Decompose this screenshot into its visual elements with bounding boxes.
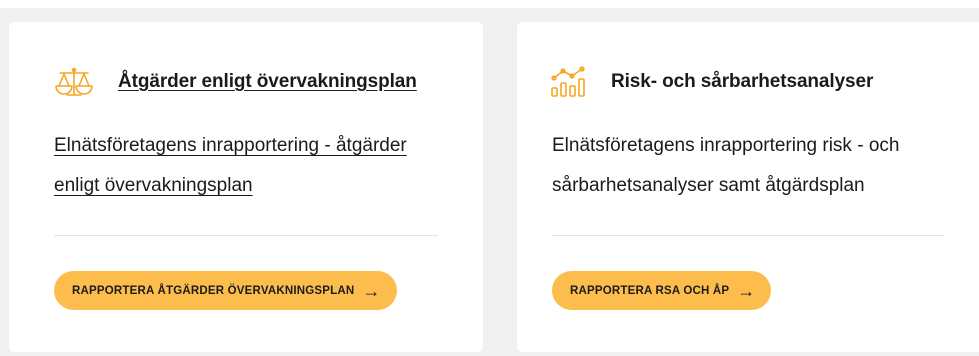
arrow-right-icon: → (362, 280, 381, 301)
button-label: RAPPORTERA RSA OCH ÅP (570, 284, 730, 297)
description-link[interactable]: Elnätsföretagens inrapportering - åtgärd… (54, 135, 407, 196)
card-description: Elnätsföretagens inrapportering - åtgärd… (54, 126, 434, 206)
arrow-right-icon: → (737, 280, 756, 301)
scales-icon (54, 66, 94, 98)
analytics-chart-icon (549, 66, 589, 98)
card-header: Risk- och sårbarhetsanalyser (549, 66, 873, 98)
divider (54, 235, 438, 236)
report-atgarder-button[interactable]: RAPPORTERA ÅTGÄRDER ÖVERVAKNINGSPLAN → (54, 271, 397, 310)
report-rsa-button[interactable]: RAPPORTERA RSA OCH ÅP → (552, 271, 772, 310)
button-label: RAPPORTERA ÅTGÄRDER ÖVERVAKNINGSPLAN (72, 284, 355, 297)
card-atgarder: Åtgärder enligt övervakningsplan Elnätsf… (9, 22, 483, 352)
card-title: Risk- och sårbarhetsanalyser (611, 71, 874, 92)
card-header: Åtgärder enligt övervakningsplan (54, 66, 417, 98)
divider (552, 235, 944, 236)
card-title[interactable]: Åtgärder enligt övervakningsplan (118, 71, 417, 93)
top-strip (0, 0, 979, 8)
card-rsa: Risk- och sårbarhetsanalyser Elnätsföret… (517, 22, 979, 352)
card-description: Elnätsföretagens inrapportering risk - o… (552, 135, 900, 196)
